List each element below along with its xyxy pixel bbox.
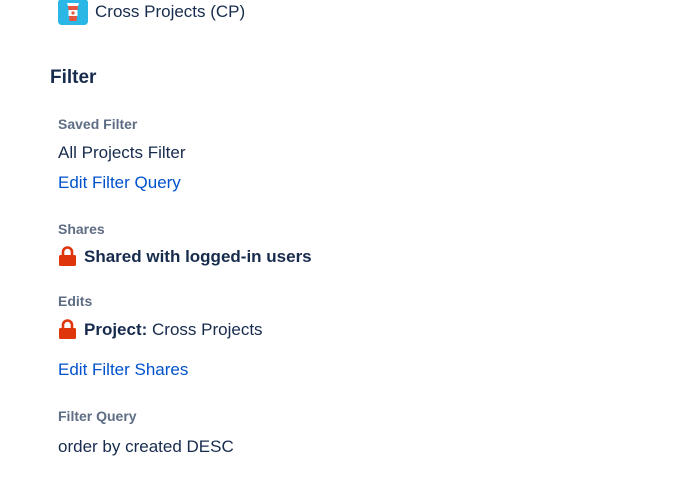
project-name[interactable]: Cross Projects (CP)	[95, 2, 245, 22]
shares-value: Shared with logged-in users	[84, 246, 312, 266]
lock-icon	[58, 319, 77, 340]
edits-project-prefix: Project:	[84, 319, 148, 339]
shares-entry: Shared with logged-in users	[58, 246, 312, 267]
coffee-cup-icon	[58, 0, 88, 25]
saved-filter-value: All Projects Filter	[58, 143, 186, 162]
edits-project-value: Cross Projects	[152, 319, 263, 339]
edits-entry: Project: Cross Projects	[58, 319, 263, 340]
edit-filter-query-link[interactable]: Edit Filter Query	[58, 173, 181, 193]
shares-label: Shares	[58, 221, 105, 237]
edit-filter-shares-link[interactable]: Edit Filter Shares	[58, 360, 188, 380]
project-header[interactable]: Cross Projects (CP)	[58, 0, 245, 25]
filter-section-title: Filter	[50, 67, 97, 88]
filter-query-label: Filter Query	[58, 408, 137, 424]
edits-label: Edits	[58, 293, 93, 309]
saved-filter-label: Saved Filter	[58, 116, 138, 132]
lock-icon	[58, 246, 77, 267]
filter-query-value: order by created DESC	[58, 437, 234, 456]
